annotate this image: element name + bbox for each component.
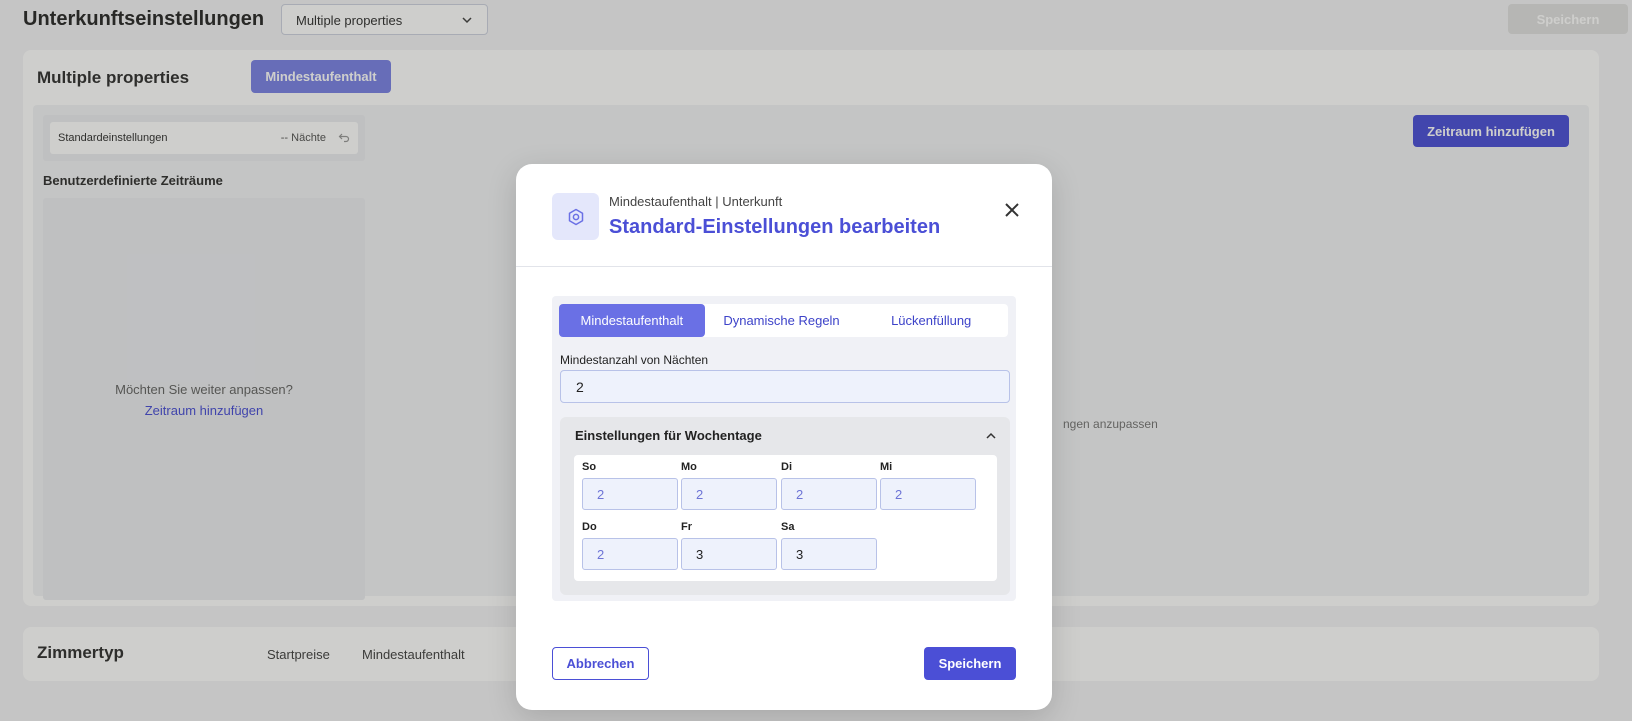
day-input-wednesday[interactable]: 2 xyxy=(880,478,976,510)
modal-tabs: Mindestaufenthalt Dynamische Regeln Lück… xyxy=(559,304,1008,337)
weekday-settings-title[interactable]: Einstellungen für Wochentage xyxy=(575,428,762,443)
day-input-saturday[interactable]: 3 xyxy=(781,538,877,570)
weekday-settings-section: Einstellungen für Wochentage So 2 Mo 2 D… xyxy=(560,417,1010,595)
settings-gear-icon xyxy=(552,193,599,240)
day-input-tuesday[interactable]: 2 xyxy=(781,478,877,510)
min-nights-input[interactable]: 2 xyxy=(560,370,1010,403)
day-label: Mi xyxy=(880,461,893,473)
day-label: Di xyxy=(781,461,792,473)
day-friday: Fr 3 xyxy=(681,521,777,570)
modal-title: Standard-Einstellungen bearbeiten xyxy=(609,216,941,238)
day-wednesday: Mi 2 xyxy=(880,461,976,510)
close-icon[interactable] xyxy=(1001,199,1023,221)
edit-defaults-modal: Mindestaufenthalt | Unterkunft Standard-… xyxy=(516,164,1052,710)
modal-panel: Mindestaufenthalt Dynamische Regeln Lück… xyxy=(552,296,1016,601)
day-input-monday[interactable]: 2 xyxy=(681,478,777,510)
day-monday: Mo 2 xyxy=(681,461,777,510)
day-label: Sa xyxy=(781,521,795,533)
day-input-sunday[interactable]: 2 xyxy=(582,478,678,510)
tab-dynamische-regeln[interactable]: Dynamische Regeln xyxy=(709,304,855,337)
day-label: Do xyxy=(582,521,597,533)
day-thursday: Do 2 xyxy=(582,521,678,570)
day-tuesday: Di 2 xyxy=(781,461,877,510)
day-saturday: Sa 3 xyxy=(781,521,877,570)
weekday-grid: So 2 Mo 2 Di 2 Mi 2 Do 2 Fr 3 Sa 3 xyxy=(574,455,997,581)
modal-header: Mindestaufenthalt | Unterkunft Standard-… xyxy=(516,164,1052,267)
tab-mindestaufenthalt-modal[interactable]: Mindestaufenthalt xyxy=(559,304,705,337)
day-sunday: So 2 xyxy=(582,461,678,510)
min-nights-label: Mindestanzahl von Nächten xyxy=(560,353,709,367)
day-label: Mo xyxy=(681,461,697,473)
day-label: Fr xyxy=(681,521,692,533)
save-button[interactable]: Speichern xyxy=(924,647,1016,680)
day-input-friday[interactable]: 3 xyxy=(681,538,777,570)
tab-lueckenfuellung[interactable]: Lückenfüllung xyxy=(858,304,1004,337)
day-input-thursday[interactable]: 2 xyxy=(582,538,678,570)
day-label: So xyxy=(582,461,597,473)
cancel-button[interactable]: Abbrechen xyxy=(552,647,649,680)
chevron-up-icon[interactable] xyxy=(985,429,997,447)
modal-subtitle: Mindestaufenthalt | Unterkunft xyxy=(609,194,783,209)
